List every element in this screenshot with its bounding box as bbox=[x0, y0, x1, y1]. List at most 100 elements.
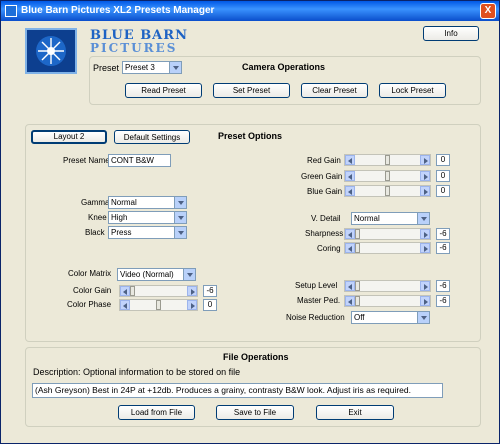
arrow-right-icon[interactable] bbox=[420, 171, 430, 181]
setup-level-value: -6 bbox=[436, 280, 450, 292]
title-bar: Blue Barn Pictures XL2 Presets Manager X bbox=[1, 1, 499, 21]
sharpness-slider[interactable] bbox=[344, 228, 431, 240]
description-input[interactable]: (Ash Greyson) Best in 24P at +12db. Prod… bbox=[32, 383, 443, 398]
knee-value: High bbox=[111, 213, 128, 222]
noise-reduction-label: Noise Reduction bbox=[286, 313, 345, 322]
arrow-right-icon[interactable] bbox=[420, 229, 430, 239]
chevron-down-icon[interactable] bbox=[169, 62, 181, 73]
v-detail-label: V. Detail bbox=[311, 214, 341, 223]
slider-thumb[interactable] bbox=[355, 243, 360, 253]
chevron-down-icon[interactable] bbox=[174, 212, 186, 223]
red-gain-value: 0 bbox=[436, 154, 450, 166]
slider-thumb[interactable] bbox=[156, 300, 161, 310]
arrow-right-icon[interactable] bbox=[420, 281, 430, 291]
window-title: Blue Barn Pictures XL2 Presets Manager bbox=[21, 5, 215, 16]
chevron-down-icon[interactable] bbox=[174, 197, 186, 208]
setup-level-slider[interactable] bbox=[344, 280, 431, 292]
set-preset-button[interactable]: Set Preset bbox=[213, 83, 290, 98]
slider-thumb[interactable] bbox=[385, 186, 390, 196]
gamma-label: Gamma bbox=[81, 198, 110, 207]
color-phase-value: 0 bbox=[203, 299, 217, 311]
exit-button[interactable]: Exit bbox=[316, 405, 394, 420]
arrow-left-icon[interactable] bbox=[120, 286, 130, 296]
arrow-left-icon[interactable] bbox=[345, 281, 355, 291]
arrow-right-icon[interactable] bbox=[420, 296, 430, 306]
master-ped-value: -6 bbox=[436, 295, 450, 307]
load-from-file-button[interactable]: Load from File bbox=[118, 405, 195, 420]
info-button[interactable]: Info bbox=[423, 26, 479, 41]
arrow-left-icon[interactable] bbox=[345, 229, 355, 239]
close-icon[interactable]: X bbox=[480, 3, 496, 19]
layout-button[interactable]: Layout 2 bbox=[31, 130, 107, 144]
chevron-down-icon[interactable] bbox=[183, 269, 195, 280]
preset-select-value: Preset 3 bbox=[125, 63, 155, 72]
blue-gain-slider[interactable] bbox=[344, 185, 431, 197]
arrow-left-icon[interactable] bbox=[345, 155, 355, 165]
slider-thumb[interactable] bbox=[385, 171, 390, 181]
slider-thumb[interactable] bbox=[355, 281, 360, 291]
arrow-left-icon[interactable] bbox=[345, 186, 355, 196]
clear-preset-button[interactable]: Clear Preset bbox=[301, 83, 368, 98]
coring-value: -6 bbox=[436, 242, 450, 254]
green-gain-slider[interactable] bbox=[344, 170, 431, 182]
slider-thumb[interactable] bbox=[385, 155, 390, 165]
master-ped-slider[interactable] bbox=[344, 295, 431, 307]
color-phase-label: Color Phase bbox=[67, 300, 112, 309]
read-preset-button[interactable]: Read Preset bbox=[125, 83, 202, 98]
color-matrix-label: Color Matrix bbox=[68, 269, 112, 278]
description-label: Description: Optional information to be … bbox=[33, 367, 241, 377]
color-matrix-value: Video (Normal) bbox=[120, 270, 174, 279]
green-gain-value: 0 bbox=[436, 170, 450, 182]
arrow-right-icon[interactable] bbox=[187, 286, 197, 296]
black-value: Press bbox=[111, 228, 132, 237]
knee-label: Knee bbox=[88, 213, 107, 222]
blue-gain-label: Blue Gain bbox=[307, 187, 343, 196]
brand-subname: PICTURES bbox=[90, 41, 178, 55]
setup-level-label: Setup Level bbox=[295, 281, 338, 290]
chevron-down-icon[interactable] bbox=[174, 227, 186, 238]
v-detail-value: Normal bbox=[354, 214, 380, 223]
slider-thumb[interactable] bbox=[355, 296, 360, 306]
preset-select[interactable]: Preset 3 bbox=[122, 61, 182, 74]
master-ped-label: Master Ped. bbox=[297, 296, 341, 305]
black-select[interactable]: Press bbox=[108, 226, 187, 239]
chevron-down-icon[interactable] bbox=[417, 312, 429, 323]
slider-thumb[interactable] bbox=[355, 229, 360, 239]
noise-reduction-value: Off bbox=[354, 313, 365, 322]
color-gain-label: Color Gain bbox=[73, 286, 112, 295]
main-window: Blue Barn Pictures XL2 Presets Manager X… bbox=[0, 0, 500, 444]
slider-thumb[interactable] bbox=[130, 286, 135, 296]
v-detail-select[interactable]: Normal bbox=[351, 212, 430, 225]
arrow-left-icon[interactable] bbox=[345, 296, 355, 306]
red-gain-label: Red Gain bbox=[307, 156, 341, 165]
color-matrix-select[interactable]: Video (Normal) bbox=[117, 268, 196, 281]
file-operations-heading: File Operations bbox=[223, 352, 289, 362]
arrow-left-icon[interactable] bbox=[345, 243, 355, 253]
gamma-value: Normal bbox=[111, 198, 137, 207]
save-to-file-button[interactable]: Save to File bbox=[216, 405, 294, 420]
arrow-right-icon[interactable] bbox=[420, 186, 430, 196]
brand-logo-icon bbox=[25, 28, 77, 74]
color-gain-slider[interactable] bbox=[119, 285, 198, 297]
color-phase-slider[interactable] bbox=[119, 299, 198, 311]
arrow-left-icon[interactable] bbox=[120, 300, 130, 310]
red-gain-slider[interactable] bbox=[344, 154, 431, 166]
default-settings-button[interactable]: Default Settings bbox=[114, 130, 190, 144]
arrow-right-icon[interactable] bbox=[420, 155, 430, 165]
blue-gain-value: 0 bbox=[436, 185, 450, 197]
noise-reduction-select[interactable]: Off bbox=[351, 311, 430, 324]
camera-operations-heading: Camera Operations bbox=[242, 62, 326, 72]
lock-preset-button[interactable]: Lock Preset bbox=[379, 83, 446, 98]
arrow-right-icon[interactable] bbox=[420, 243, 430, 253]
color-gain-value: -6 bbox=[203, 285, 217, 297]
arrow-right-icon[interactable] bbox=[187, 300, 197, 310]
preset-name-input[interactable]: CONT B&W bbox=[108, 154, 171, 167]
app-icon bbox=[5, 5, 17, 17]
gamma-select[interactable]: Normal bbox=[108, 196, 187, 209]
coring-slider[interactable] bbox=[344, 242, 431, 254]
knee-select[interactable]: High bbox=[108, 211, 187, 224]
arrow-left-icon[interactable] bbox=[345, 171, 355, 181]
chevron-down-icon[interactable] bbox=[417, 213, 429, 224]
sharpness-value: -6 bbox=[436, 228, 450, 240]
preset-options-heading: Preset Options bbox=[218, 131, 283, 141]
